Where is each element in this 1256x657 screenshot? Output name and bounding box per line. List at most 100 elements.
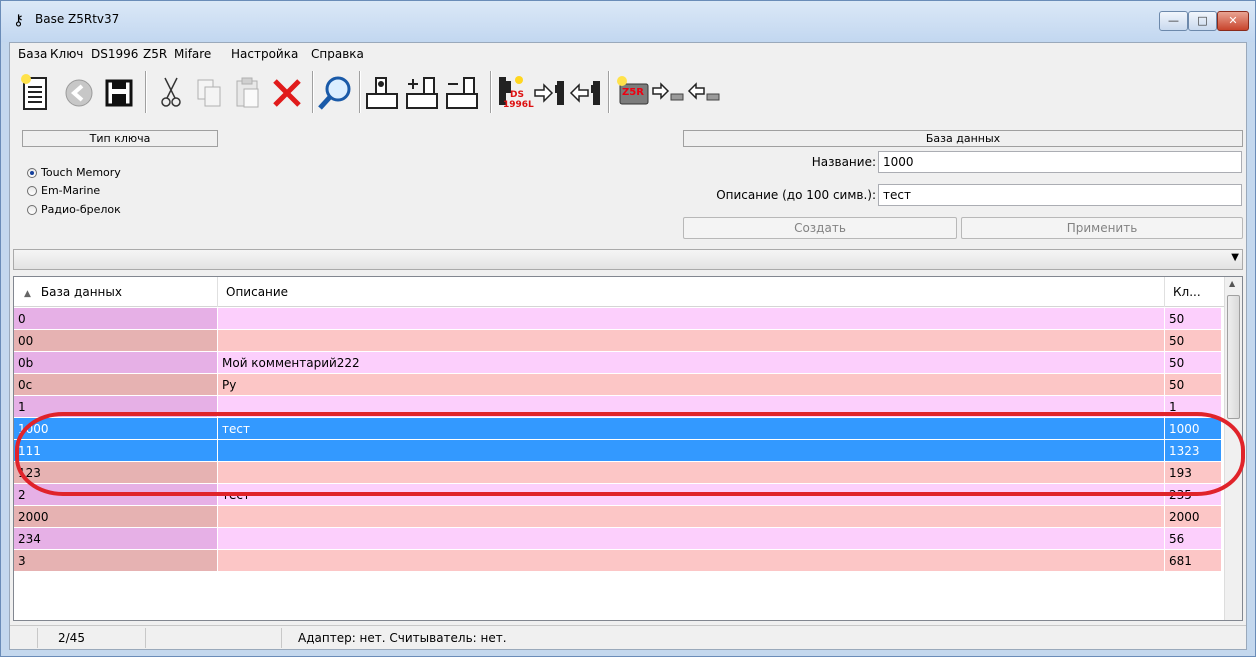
- menu-baza[interactable]: База: [18, 47, 47, 61]
- cell-description: [218, 308, 1165, 330]
- cell-database-name: 0b: [14, 352, 218, 374]
- cell-database-name: 00: [14, 330, 218, 352]
- column-header-database[interactable]: ▲ База данных: [14, 277, 218, 307]
- table-row[interactable]: 0c Ру 50: [14, 374, 1222, 396]
- name-input[interactable]: 1000: [878, 151, 1242, 173]
- radio-dot: [27, 204, 37, 215]
- add-key-icon[interactable]: [404, 70, 442, 116]
- cell-database-name: 234: [14, 528, 218, 550]
- key-export-icon[interactable]: [532, 70, 570, 116]
- status-bar: 2/45 Адаптер: нет. Считыватель: нет.: [10, 625, 1246, 649]
- radio-dot: [27, 185, 37, 196]
- window-title: Base Z5Rtv37: [35, 12, 120, 26]
- table-row[interactable]: 2000 2000: [14, 506, 1222, 528]
- cell-description: Мой комментарий222: [218, 352, 1165, 374]
- menu-help[interactable]: Справка: [311, 47, 364, 61]
- table-row[interactable]: 11: [14, 396, 1222, 418]
- paste-icon[interactable]: [228, 70, 266, 116]
- radio-label: Touch Memory: [41, 166, 121, 179]
- cell-database-name: 2: [14, 484, 218, 506]
- cell-description: [218, 506, 1165, 528]
- back-arrow-icon[interactable]: [60, 70, 98, 116]
- table-row[interactable]: 00 50: [14, 330, 1222, 352]
- cell-description: [218, 550, 1165, 572]
- apply-button[interactable]: Применить: [961, 217, 1243, 239]
- delete-icon[interactable]: [268, 70, 306, 116]
- key-app-icon: ⚷: [13, 11, 24, 29]
- database-select[interactable]: ▼: [13, 249, 1243, 270]
- cell-key-count: 681: [1165, 550, 1222, 572]
- cell-database-name: 0: [14, 308, 218, 330]
- search-icon[interactable]: [316, 70, 354, 116]
- cell-key-count: 50: [1165, 330, 1222, 352]
- cell-database-name: 0c: [14, 374, 218, 396]
- cell-key-count: 56: [1165, 528, 1222, 550]
- database-table: ▲ База данных Описание Кл... 0 50 00 50 0b Мой…: [13, 276, 1243, 621]
- radio-dot: [27, 167, 37, 178]
- scroll-thumb[interactable]: [1227, 295, 1240, 419]
- menu-z5r[interactable]: Z5R: [143, 47, 167, 61]
- table-row[interactable]: 234 56: [14, 528, 1222, 550]
- remove-key-icon[interactable]: [444, 70, 482, 116]
- ds1996l-icon[interactable]: DS 1996L: [494, 70, 534, 116]
- adapter-status: Адаптер: нет. Считыватель: нет.: [298, 631, 507, 645]
- read-key-icon[interactable]: [364, 70, 402, 116]
- cell-key-count: 50: [1165, 308, 1222, 330]
- z5r-controller-icon[interactable]: Z5R: [614, 70, 652, 116]
- save-icon[interactable]: [100, 70, 138, 116]
- cell-database-name: 1000: [14, 418, 218, 440]
- menu-settings[interactable]: Настройка: [231, 47, 298, 61]
- cell-key-count: 2000: [1165, 506, 1222, 528]
- new-file-icon[interactable]: [16, 70, 54, 116]
- chip-export-icon[interactable]: [650, 70, 688, 116]
- scroll-up-icon[interactable]: ▲: [1229, 279, 1235, 288]
- cell-description: [218, 528, 1165, 550]
- close-button[interactable]: ✕: [1217, 11, 1249, 31]
- chevron-down-icon: ▼: [1231, 252, 1239, 263]
- copy-icon[interactable]: [190, 70, 228, 116]
- table-row[interactable]: 3 681: [14, 550, 1222, 572]
- cell-database-name: 3: [14, 550, 218, 572]
- menu-mifare[interactable]: Mifare: [174, 47, 211, 61]
- name-label: Название:: [811, 155, 876, 169]
- column-header-description[interactable]: Описание: [218, 277, 1165, 307]
- menu-bar: База Ключ DS1996 Z5R Mifare Настройка Сп…: [10, 43, 1246, 64]
- record-position: 2/45: [38, 628, 146, 648]
- chip-import-icon[interactable]: [686, 70, 724, 116]
- app-window: ⚷ Base Z5Rtv37 — □ ✕ База Ключ DS1996 Z5…: [0, 0, 1256, 657]
- table-row[interactable]: 111 1323: [14, 440, 1222, 462]
- main-client-area: База Ключ DS1996 Z5R Mifare Настройка Сп…: [9, 42, 1247, 650]
- radio-em-marine[interactable]: Em-Marine: [27, 184, 100, 197]
- table-row[interactable]: 123 193: [14, 462, 1222, 484]
- radio-radio-fob[interactable]: Радио-брелок: [27, 203, 121, 216]
- cut-icon[interactable]: [152, 70, 190, 116]
- title-bar[interactable]: ⚷ Base Z5Rtv37 — □ ✕: [1, 1, 1255, 42]
- z5r-label: Z5R: [622, 87, 644, 98]
- table-row[interactable]: 0b Мой комментарий222 50: [14, 352, 1222, 374]
- maximize-button[interactable]: □: [1188, 11, 1217, 31]
- table-row[interactable]: 0 50: [14, 308, 1222, 330]
- column-header-keys[interactable]: Кл...: [1165, 277, 1224, 307]
- vertical-scrollbar[interactable]: ▲: [1224, 277, 1242, 620]
- cell-description: [218, 440, 1165, 462]
- table-row[interactable]: 1000 тест 1000: [14, 418, 1222, 440]
- toolbar: DS 1996L Z5R: [10, 65, 1246, 121]
- ds-model-label: 1996L: [503, 100, 534, 110]
- menu-ds1996[interactable]: DS1996: [91, 47, 138, 61]
- radio-touch-memory[interactable]: Touch Memory: [27, 166, 121, 179]
- table-row[interactable]: 2 тест 235: [14, 484, 1222, 506]
- description-input[interactable]: тест: [878, 184, 1242, 206]
- cell-database-name: 2000: [14, 506, 218, 528]
- database-header: База данных: [683, 130, 1243, 147]
- cell-description: тест: [218, 418, 1165, 440]
- table-header: ▲ База данных Описание Кл...: [14, 277, 1224, 307]
- create-button[interactable]: Создать: [683, 217, 957, 239]
- cell-key-count: 1323: [1165, 440, 1222, 462]
- cell-key-count: 1000: [1165, 418, 1222, 440]
- cell-database-name: 123: [14, 462, 218, 484]
- menu-key[interactable]: Ключ: [50, 47, 83, 61]
- cell-key-count: 50: [1165, 374, 1222, 396]
- key-import-icon[interactable]: [568, 70, 606, 116]
- minimize-button[interactable]: —: [1159, 11, 1188, 31]
- key-type-header: Тип ключа: [22, 130, 218, 147]
